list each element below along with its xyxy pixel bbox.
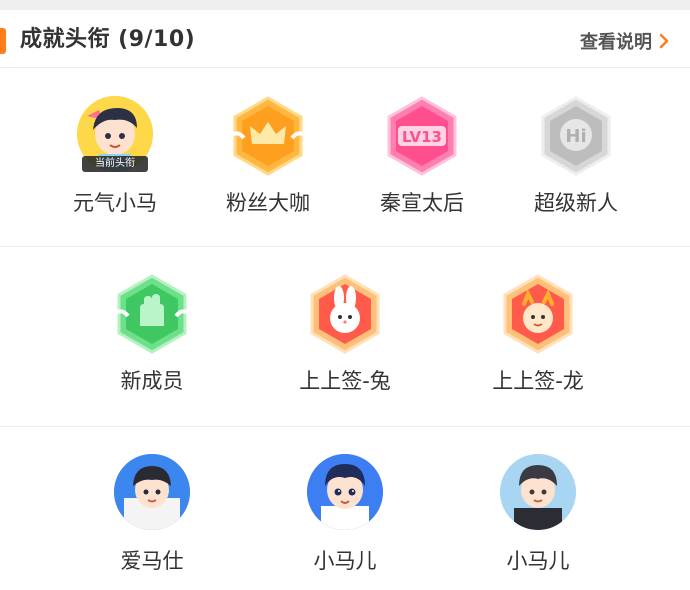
section-title: 成就头衔 (9/10) (20, 27, 196, 52)
title-item-qinxuan-taihou[interactable]: LV13 秦宣太后 (357, 96, 487, 226)
title-label: 小马儿 (506, 549, 570, 573)
title-label: 超级新人 (534, 191, 618, 215)
accent-bar (0, 28, 6, 54)
title-item-chaoji-xinren[interactable]: Hi 超级新人 (511, 96, 641, 226)
section-header: 成就头衔 (9/10) 查看说明 (0, 10, 690, 68)
title-item-fensi-daka[interactable]: 粉丝大咖 (203, 96, 333, 226)
dragon-badge-icon (503, 274, 573, 354)
svg-text:LV13: LV13 (402, 128, 442, 146)
avatar (500, 454, 576, 530)
boy-avatar-icon (307, 454, 383, 530)
title-item-xiaomaer-2[interactable]: 小马儿 (473, 454, 603, 584)
title-label: 粉丝大咖 (226, 191, 310, 215)
boy-avatar-icon (114, 454, 190, 530)
title-label: 新成员 (120, 369, 184, 393)
title-item-shangshangqian-long[interactable]: 上上签-龙 (473, 274, 603, 404)
divider (0, 67, 690, 68)
avatar (114, 454, 190, 530)
help-link-label: 查看说明 (580, 32, 652, 53)
divider (0, 426, 690, 427)
crown-badge-icon (228, 96, 308, 176)
title-item-xiaomaer-1[interactable]: 小马儿 (280, 454, 410, 584)
title-label: 小马儿 (313, 549, 377, 573)
rabbit-badge-icon (310, 274, 380, 354)
svg-text:Hi: Hi (565, 126, 586, 147)
chevron-right-icon (659, 33, 669, 49)
divider (0, 246, 690, 247)
avatar (307, 454, 383, 530)
title-label: 秦宣太后 (380, 191, 464, 215)
title-item-aimashi[interactable]: 爱马仕 (87, 454, 217, 584)
top-strip (0, 0, 690, 10)
title-label: 上上签-兔 (299, 369, 391, 393)
title-label: 上上签-龙 (492, 369, 584, 393)
title-label: 爱马仕 (120, 549, 184, 573)
hand-badge-icon (112, 274, 192, 354)
hi-badge-icon: Hi (541, 96, 611, 176)
current-title-tag: 当前头衔 (82, 156, 148, 172)
boy-avatar-icon (500, 454, 576, 530)
help-link[interactable]: 查看说明 (580, 28, 670, 54)
level-badge-icon: LV13 (387, 96, 457, 176)
title-item-shangshangqian-tu[interactable]: 上上签-兔 (280, 274, 410, 404)
title-label: 元气小马 (73, 191, 157, 215)
title-item-xin-chengyuan[interactable]: 新成员 (87, 274, 217, 404)
title-item-yuanqi-xiaoma[interactable]: 当前头衔 元气小马 (50, 96, 180, 226)
